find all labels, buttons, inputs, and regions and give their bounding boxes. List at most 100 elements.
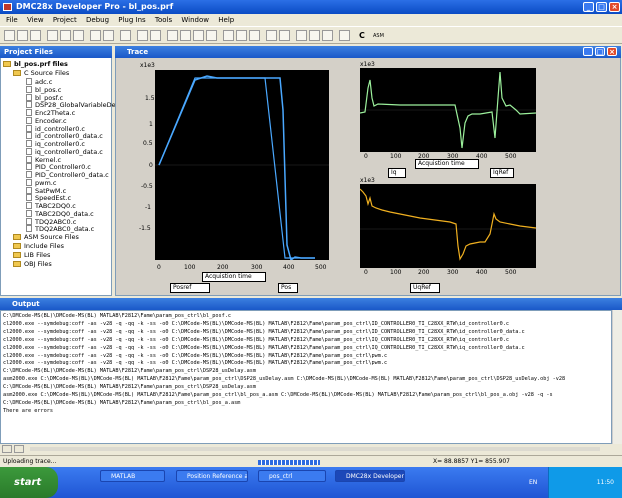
output-log[interactable]: C:\DMCode-MS(BL)\DMCode-MS(BL) MATLAB\F2… <box>0 310 612 444</box>
legend-pos[interactable]: Pos <box>278 283 298 293</box>
menu-project[interactable]: Project <box>53 16 77 24</box>
horizontal-scrollbar[interactable] <box>30 447 600 451</box>
c-file-icon <box>26 155 32 163</box>
start-button[interactable]: start <box>0 467 58 498</box>
scroll-left-icon[interactable] <box>2 445 12 453</box>
minimize-button[interactable]: _ <box>583 2 594 12</box>
legend-iq[interactable]: Iq <box>388 168 406 178</box>
new-file-icon[interactable] <box>4 30 15 41</box>
task-pos-ctrl[interactable]: pos_ctrl <box>258 470 326 482</box>
bottom-right-plot-multiplier: x1e3 <box>360 177 375 184</box>
rebuild-icon[interactable] <box>150 30 161 41</box>
step-into-icon[interactable] <box>223 30 234 41</box>
step-out-icon[interactable] <box>249 30 260 41</box>
legend-uqref[interactable]: UqRef <box>410 283 440 293</box>
options-icon[interactable] <box>339 30 350 41</box>
output-line: C:\DMCode-MS(BL)\DMCode-MS(BL) MATLAB\F2… <box>3 399 241 406</box>
menu-tools[interactable]: Tools <box>155 16 172 24</box>
output-line: cl2000.exe --symdebug:coff -as -v28 -q -… <box>3 336 509 343</box>
y-tick-label: 1 <box>149 121 153 128</box>
tree-folder-c-source[interactable]: C Source Files <box>13 69 69 78</box>
menu-bar: File View Project Debug Plug Ins Tools W… <box>0 14 622 26</box>
x-tick-label: 0 <box>364 269 368 276</box>
current-trace-plot <box>360 68 536 152</box>
watch-icon[interactable] <box>279 30 290 41</box>
menu-file[interactable]: File <box>6 16 18 24</box>
run-icon[interactable] <box>180 30 191 41</box>
c-file-icon <box>26 225 32 233</box>
c-file-icon <box>26 186 32 194</box>
tree-folder-obj[interactable]: OBJ Files <box>13 260 52 269</box>
tree-root[interactable]: bl_pos.prf files <box>3 60 68 69</box>
task-position-reference[interactable]: Position Reference a... <box>176 470 248 482</box>
undo-icon[interactable] <box>90 30 101 41</box>
folder-icon <box>3 61 11 67</box>
position-trace-plot <box>155 70 329 260</box>
paste-icon[interactable] <box>73 30 84 41</box>
c-file-icon <box>26 78 32 85</box>
c-file-icon <box>26 217 32 225</box>
trace-icon[interactable] <box>322 30 333 41</box>
c-mode-button[interactable]: C <box>359 31 369 41</box>
c-file-icon <box>26 171 32 178</box>
cut-icon[interactable] <box>47 30 58 41</box>
voltage-trace-plot <box>360 184 536 268</box>
window-title: DMC28x Developer Pro - bl_pos.prf <box>16 2 174 11</box>
load-icon[interactable] <box>167 30 178 41</box>
menu-plugins[interactable]: Plug Ins <box>118 16 145 24</box>
title-bar: DMC28x Developer Pro - bl_pos.prf _ □ × <box>0 0 622 14</box>
c-file-icon <box>26 109 32 116</box>
memory-icon[interactable] <box>296 30 307 41</box>
breakpoint-icon[interactable] <box>266 30 277 41</box>
redo-icon[interactable] <box>103 30 114 41</box>
c-file-icon <box>26 163 32 171</box>
menu-help[interactable]: Help <box>218 16 234 24</box>
x-tick-label: 100 <box>184 264 196 271</box>
save-icon[interactable] <box>30 30 41 41</box>
output-panel-title: Output <box>12 300 40 308</box>
close-button[interactable]: × <box>609 2 620 12</box>
tree-folder-asm[interactable]: ASM Source Files <box>13 233 79 242</box>
folder-icon <box>13 234 21 240</box>
task-dmc28x[interactable]: DMC28x Developer P... <box>335 470 405 482</box>
x-tick-label: 100 <box>390 153 402 160</box>
language-indicator[interactable]: EN <box>529 467 537 498</box>
menu-debug[interactable]: Debug <box>86 16 109 24</box>
step-over-icon[interactable] <box>236 30 247 41</box>
reset-icon[interactable] <box>206 30 217 41</box>
status-bar: Uploading trace... X= 88.8857 Y1= 855.90… <box>0 455 622 467</box>
y-tick-label: -1 <box>145 204 151 211</box>
registers-icon[interactable] <box>309 30 320 41</box>
task-matlab[interactable]: MATLAB <box>100 470 165 482</box>
scroll-right-icon[interactable] <box>14 445 24 453</box>
tree-folder-lib[interactable]: LIB Files <box>13 251 50 260</box>
trace-window-header: Trace _ □ × <box>115 46 621 58</box>
menu-window[interactable]: Window <box>181 16 209 24</box>
output-scrollbar[interactable] <box>612 310 622 444</box>
maximize-button[interactable]: □ <box>596 2 607 12</box>
legend-iqref[interactable]: IqRef <box>490 168 514 178</box>
output-line: cl2000.exe --symdebug:coff -as -v28 -q -… <box>3 360 388 367</box>
y-tick-label: 0 <box>149 162 153 169</box>
folder-label: OBJ Files <box>24 260 52 268</box>
tree-folder-include[interactable]: Include Files <box>13 242 64 251</box>
c-file-icon <box>26 132 32 140</box>
output-line: C:\DMCode-MS(BL)\DMCode-MS(BL) MATLAB\F2… <box>3 368 256 375</box>
trace-maximize-button[interactable]: □ <box>595 47 605 56</box>
x-tick-label: 0 <box>364 153 368 160</box>
copy-icon[interactable] <box>60 30 71 41</box>
build-icon[interactable] <box>137 30 148 41</box>
progress-bar <box>258 460 320 465</box>
find-icon[interactable] <box>120 30 131 41</box>
legend-posref[interactable]: Posref <box>170 283 210 293</box>
trace-close-button[interactable]: × <box>607 47 617 56</box>
c-file-icon <box>26 147 32 155</box>
open-icon[interactable] <box>17 30 28 41</box>
c-file-icon <box>26 194 32 202</box>
system-tray: EN 11:50 <box>529 467 622 498</box>
menu-view[interactable]: View <box>27 16 44 24</box>
trace-minimize-button[interactable]: _ <box>583 47 593 56</box>
halt-icon[interactable] <box>193 30 204 41</box>
c-file-icon <box>26 101 32 109</box>
asm-mode-button[interactable]: ASM <box>373 33 385 41</box>
